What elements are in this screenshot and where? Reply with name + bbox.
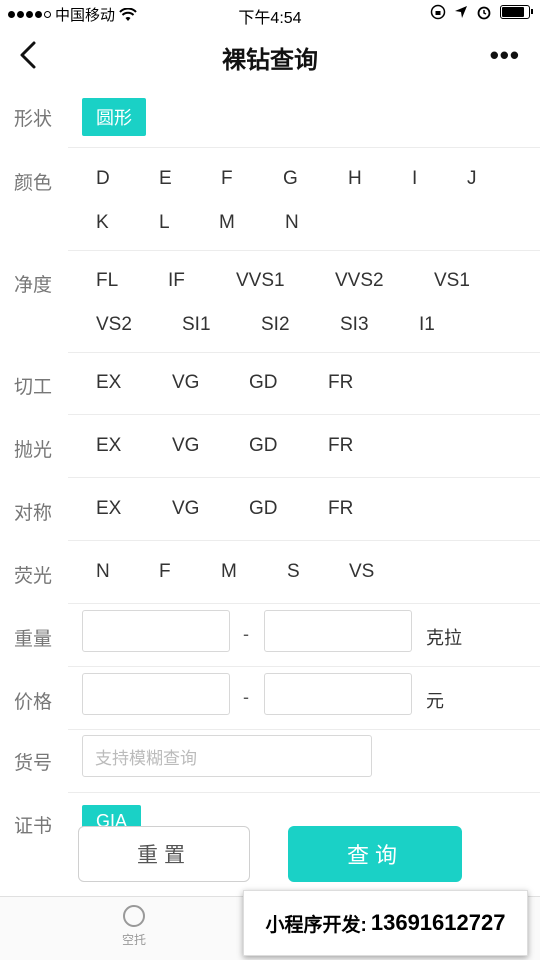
nav-bar: 裸钻查询 ••• (0, 28, 540, 82)
sku-search-input[interactable]: 支持模糊查询 (82, 735, 372, 777)
price-label: 价格 (14, 692, 53, 713)
color-option[interactable]: D (96, 168, 110, 190)
divider (68, 352, 540, 353)
color-option[interactable]: L (159, 212, 170, 234)
clarity-row: 净度 FL IF VVS1 VVS2 VS1 VS2 SI1 SI2 SI3 I… (0, 252, 540, 352)
fluorescence-option[interactable]: VS (349, 561, 374, 583)
divider (68, 477, 540, 478)
fluorescence-option[interactable]: N (96, 561, 110, 583)
fluorescence-option[interactable]: M (221, 561, 237, 583)
banner-phone: 13691612727 (370, 910, 506, 935)
color-option[interactable]: J (467, 168, 477, 190)
cut-label: 切工 (14, 377, 53, 398)
clarity-option[interactable]: VS2 (96, 314, 132, 336)
divider (68, 147, 540, 148)
color-option[interactable]: K (96, 212, 109, 234)
polish-option[interactable]: VG (172, 435, 199, 457)
reset-button[interactable]: 重置 (78, 826, 250, 882)
symmetry-option[interactable]: EX (96, 498, 121, 520)
clarity-option[interactable]: SI1 (182, 314, 211, 336)
weight-label: 重量 (14, 629, 53, 650)
developer-contact-banner: 小程序开发: 13691612727 (243, 890, 528, 956)
polish-row: 抛光 EX VG GD FR (0, 417, 540, 477)
tab-mounting-label: 空托 (121, 933, 146, 947)
divider (68, 414, 540, 415)
clarity-option[interactable]: VS1 (434, 270, 470, 292)
symmetry-option[interactable]: VG (172, 498, 199, 520)
color-option[interactable]: E (159, 168, 172, 190)
price-min-input[interactable] (82, 673, 230, 715)
price-row: 价格 - 元 (0, 669, 540, 729)
fluorescence-option[interactable]: F (159, 561, 171, 583)
weight-min-input[interactable] (82, 610, 230, 652)
clarity-option[interactable]: VVS1 (236, 270, 285, 292)
sku-label: 货号 (14, 753, 53, 774)
tab-mounting[interactable]: 空托 (84, 905, 184, 948)
color-option[interactable]: I (412, 168, 417, 190)
color-option[interactable]: H (348, 168, 362, 190)
weight-row: 重量 - 克拉 (0, 606, 540, 666)
fluorescence-label: 荧光 (14, 566, 53, 587)
status-right (430, 4, 533, 20)
divider (68, 792, 540, 793)
clarity-option[interactable]: IF (168, 270, 185, 292)
cut-option[interactable]: VG (172, 372, 199, 394)
polish-option[interactable]: GD (249, 435, 278, 457)
polish-option[interactable]: FR (328, 435, 353, 457)
clarity-option[interactable]: I1 (419, 314, 435, 336)
weight-separator: - (243, 624, 249, 644)
cut-option[interactable]: EX (96, 372, 121, 394)
query-button[interactable]: 查询 (288, 826, 462, 882)
status-bar: 中国移动 下午4:54 (0, 0, 540, 28)
cut-row: 切工 EX VG GD FR (0, 354, 540, 414)
cut-option[interactable]: GD (249, 372, 278, 394)
divider (68, 540, 540, 541)
clarity-option[interactable]: SI3 (340, 314, 369, 336)
color-label: 颜色 (14, 173, 53, 194)
symmetry-option[interactable]: GD (249, 498, 278, 520)
price-unit: 元 (426, 691, 444, 711)
alarm-icon (477, 6, 491, 20)
divider (68, 666, 540, 667)
fluorescence-option[interactable]: S (287, 561, 300, 583)
polish-option[interactable]: EX (96, 435, 121, 457)
sku-row: 货号 支持模糊查询 (0, 732, 540, 792)
cut-option[interactable]: FR (328, 372, 353, 394)
symmetry-row: 对称 EX VG GD FR (0, 480, 540, 540)
color-row: 颜色 D E F G H I J K L M N (0, 150, 540, 250)
price-separator: - (243, 687, 249, 707)
clarity-option[interactable]: FL (96, 270, 118, 292)
certificate-label: 证书 (14, 816, 53, 837)
ring-icon (123, 905, 145, 927)
shape-label: 形状 (14, 109, 53, 130)
weight-unit: 克拉 (426, 628, 462, 648)
price-max-input[interactable] (264, 673, 412, 715)
clarity-option[interactable]: VVS2 (335, 270, 384, 292)
divider (68, 729, 540, 730)
symmetry-label: 对称 (14, 503, 53, 524)
color-option[interactable]: M (219, 212, 235, 234)
polish-label: 抛光 (14, 440, 53, 461)
shape-chip-selected[interactable]: 圆形 (82, 98, 146, 136)
symmetry-option[interactable]: FR (328, 498, 353, 520)
divider (68, 603, 540, 604)
rotation-lock-icon (430, 4, 446, 20)
color-option[interactable]: G (283, 168, 298, 190)
battery-icon (500, 5, 533, 19)
more-menu-icon[interactable]: ••• (490, 40, 520, 71)
clarity-option[interactable]: SI2 (261, 314, 290, 336)
location-icon (455, 6, 467, 18)
page-title: 裸钻查询 (222, 47, 318, 74)
color-option[interactable]: N (285, 212, 299, 234)
shape-row: 形状 圆形 (0, 96, 540, 148)
banner-text: 小程序开发: (265, 914, 367, 936)
weight-max-input[interactable] (264, 610, 412, 652)
divider (68, 250, 540, 251)
fluorescence-row: 荧光 N F M S VS (0, 543, 540, 603)
color-option[interactable]: F (221, 168, 233, 190)
clarity-label: 净度 (14, 275, 53, 296)
